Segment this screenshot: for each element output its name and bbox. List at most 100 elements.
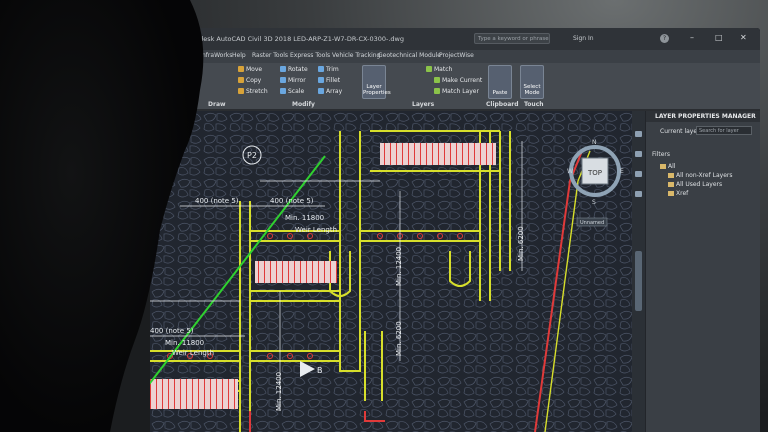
copy-label: Copy — [246, 77, 262, 84]
match-layer-button[interactable]: Match Layer — [434, 88, 479, 95]
help-icon[interactable]: ? — [660, 34, 669, 43]
viewcube-south: S — [592, 199, 596, 206]
min-6200-b: Min. 6200 — [517, 226, 525, 261]
scale-button[interactable]: Scale — [280, 88, 304, 95]
tree-item-used-layers[interactable]: All Used Layers — [668, 181, 722, 188]
tab-infraworks[interactable]: nsteel InfraWorks — [180, 52, 232, 59]
layer-search-input[interactable]: Search for layer — [696, 126, 752, 135]
keyword-search-input[interactable]: Type a keyword or phrase — [474, 33, 550, 44]
fillet-icon — [318, 77, 324, 83]
window-title: Autodesk AutoCAD Civil 3D 2018 LED-ARP-Z… — [184, 35, 405, 43]
match-layer-icon — [434, 88, 440, 94]
move-icon — [238, 66, 244, 72]
note-400-a: 400 (note 5) — [195, 197, 239, 205]
monitor-screen: Autodesk AutoCAD Civil 3D 2018 LED-ARP-Z… — [150, 28, 760, 432]
array-icon — [318, 88, 324, 94]
layer-properties-label: Layer Properties — [363, 84, 391, 96]
viewcube-face-label: TOP — [587, 169, 602, 177]
scale-icon — [280, 88, 286, 94]
weir-length-b: Weir Length — [172, 349, 214, 357]
stretch-button[interactable]: Stretch — [238, 88, 268, 95]
mirror-button[interactable]: Mirror — [280, 77, 306, 84]
close-icon[interactable]: ✕ — [740, 33, 747, 42]
navbar-slider[interactable] — [635, 251, 642, 311]
note-400-c: 400 (note 5) — [150, 327, 194, 335]
ucs-unnamed-label: Unnamed — [580, 220, 604, 226]
trim-icon — [318, 66, 324, 72]
minimize-icon[interactable]: – — [690, 33, 694, 42]
panel-label-touch: Touch — [524, 101, 544, 108]
navigation-bar[interactable] — [632, 111, 645, 432]
trim-button[interactable]: Trim — [318, 66, 339, 73]
mirror-icon — [280, 77, 286, 83]
layer-properties-manager: LAYER PROPERTIES MANAGER Current layer: … — [645, 111, 760, 432]
tab-express-tools[interactable]: Express Tools — [290, 52, 330, 59]
move-label: Move — [246, 66, 263, 73]
select-mode-button[interactable]: Select Mode — [520, 65, 544, 99]
make-current-button[interactable]: Make Current — [434, 77, 482, 84]
match-label: Match — [434, 66, 453, 73]
section-b-label: B — [317, 366, 323, 375]
tree-item-all[interactable]: All — [660, 163, 675, 170]
showmotion-icon[interactable] — [635, 191, 642, 197]
pan-icon[interactable] — [635, 131, 642, 137]
stretch-label: Stretch — [246, 88, 268, 95]
min-12400-b: Min. 12400 — [275, 372, 283, 411]
tab-geotechnical[interactable]: Geotechnical Module — [378, 52, 441, 59]
tab-raster-tools[interactable]: Raster Tools — [252, 52, 288, 59]
match-layer-label: Match Layer — [442, 88, 479, 95]
tree-item-non-xref-label: All non-Xref Layers — [676, 172, 733, 179]
scale-label: Scale — [288, 88, 305, 95]
min-11800-a: Min. 11800 — [285, 214, 324, 222]
drawing-canvas[interactable]: TOP N S W E Unnamed P2 400 (note 5) 400 … — [150, 111, 632, 432]
tree-item-xref[interactable]: Xref — [668, 190, 688, 197]
folder-icon — [668, 191, 674, 196]
panel-label-modify: Modify — [292, 101, 315, 108]
tab-vehicle-tracking[interactable]: Vehicle Tracking — [332, 52, 380, 59]
zoom-icon[interactable] — [635, 151, 642, 157]
viewcube-north: N — [592, 139, 597, 146]
move-button[interactable]: Move — [238, 66, 262, 73]
trim-label: Trim — [326, 66, 339, 73]
min-12400-a: Min. 12400 — [395, 247, 403, 286]
paste-button[interactable]: Paste — [488, 65, 512, 99]
copy-button[interactable]: Copy — [238, 77, 261, 84]
array-label: Array — [326, 88, 343, 95]
weir-length-a: Weir Length — [295, 226, 337, 234]
min-6200: Min. 6200 — [395, 321, 403, 356]
panel-label-clipboard: Clipboard — [486, 101, 519, 108]
menu-tabs: nsteel InfraWorks Help Raster Tools Expr… — [150, 50, 760, 63]
maximize-icon[interactable]: □ — [715, 33, 723, 42]
make-current-label: Make Current — [442, 77, 483, 84]
folder-icon — [668, 182, 674, 187]
tree-item-all-label: All — [668, 163, 676, 170]
note-400-b: 400 (note 5) — [270, 197, 314, 205]
copy-icon — [238, 77, 244, 83]
match-button[interactable]: Match — [426, 66, 452, 73]
rotate-button[interactable]: Rotate — [280, 66, 308, 73]
rotate-icon — [280, 66, 286, 72]
sign-in-link[interactable]: Sign In — [573, 35, 594, 42]
mirror-label: Mirror — [288, 77, 306, 84]
tab-help[interactable]: Help — [232, 52, 246, 59]
folder-icon — [668, 173, 674, 178]
filters-label: Filters — [652, 151, 670, 158]
array-button[interactable]: Array — [318, 88, 342, 95]
layer-properties-button[interactable]: Layer Properties — [362, 65, 391, 99]
tab-projectwise[interactable]: ProjectWise — [439, 52, 474, 59]
stretch-icon — [238, 88, 244, 94]
lpm-title: LAYER PROPERTIES MANAGER — [646, 111, 760, 122]
cad-drawing: TOP N S W E Unnamed P2 400 (note 5) 400 … — [150, 111, 632, 432]
p2-label: P2 — [247, 151, 257, 160]
tree-item-non-xref[interactable]: All non-Xref Layers — [668, 172, 733, 179]
panel-label-views: ews — [156, 101, 170, 108]
ribbon: Move Rotate Trim Copy Mirror Fillet Stre… — [150, 63, 760, 111]
fillet-button[interactable]: Fillet — [318, 77, 340, 84]
min-11800-b: Min. 11800 — [165, 339, 204, 347]
title-bar: Autodesk AutoCAD Civil 3D 2018 LED-ARP-Z… — [150, 28, 760, 51]
orbit-icon[interactable] — [635, 171, 642, 177]
navbar-icons — [635, 131, 642, 311]
rotate-label: Rotate — [288, 66, 308, 73]
paste-label: Paste — [492, 90, 508, 96]
panel-label-draw: Draw — [208, 101, 226, 108]
